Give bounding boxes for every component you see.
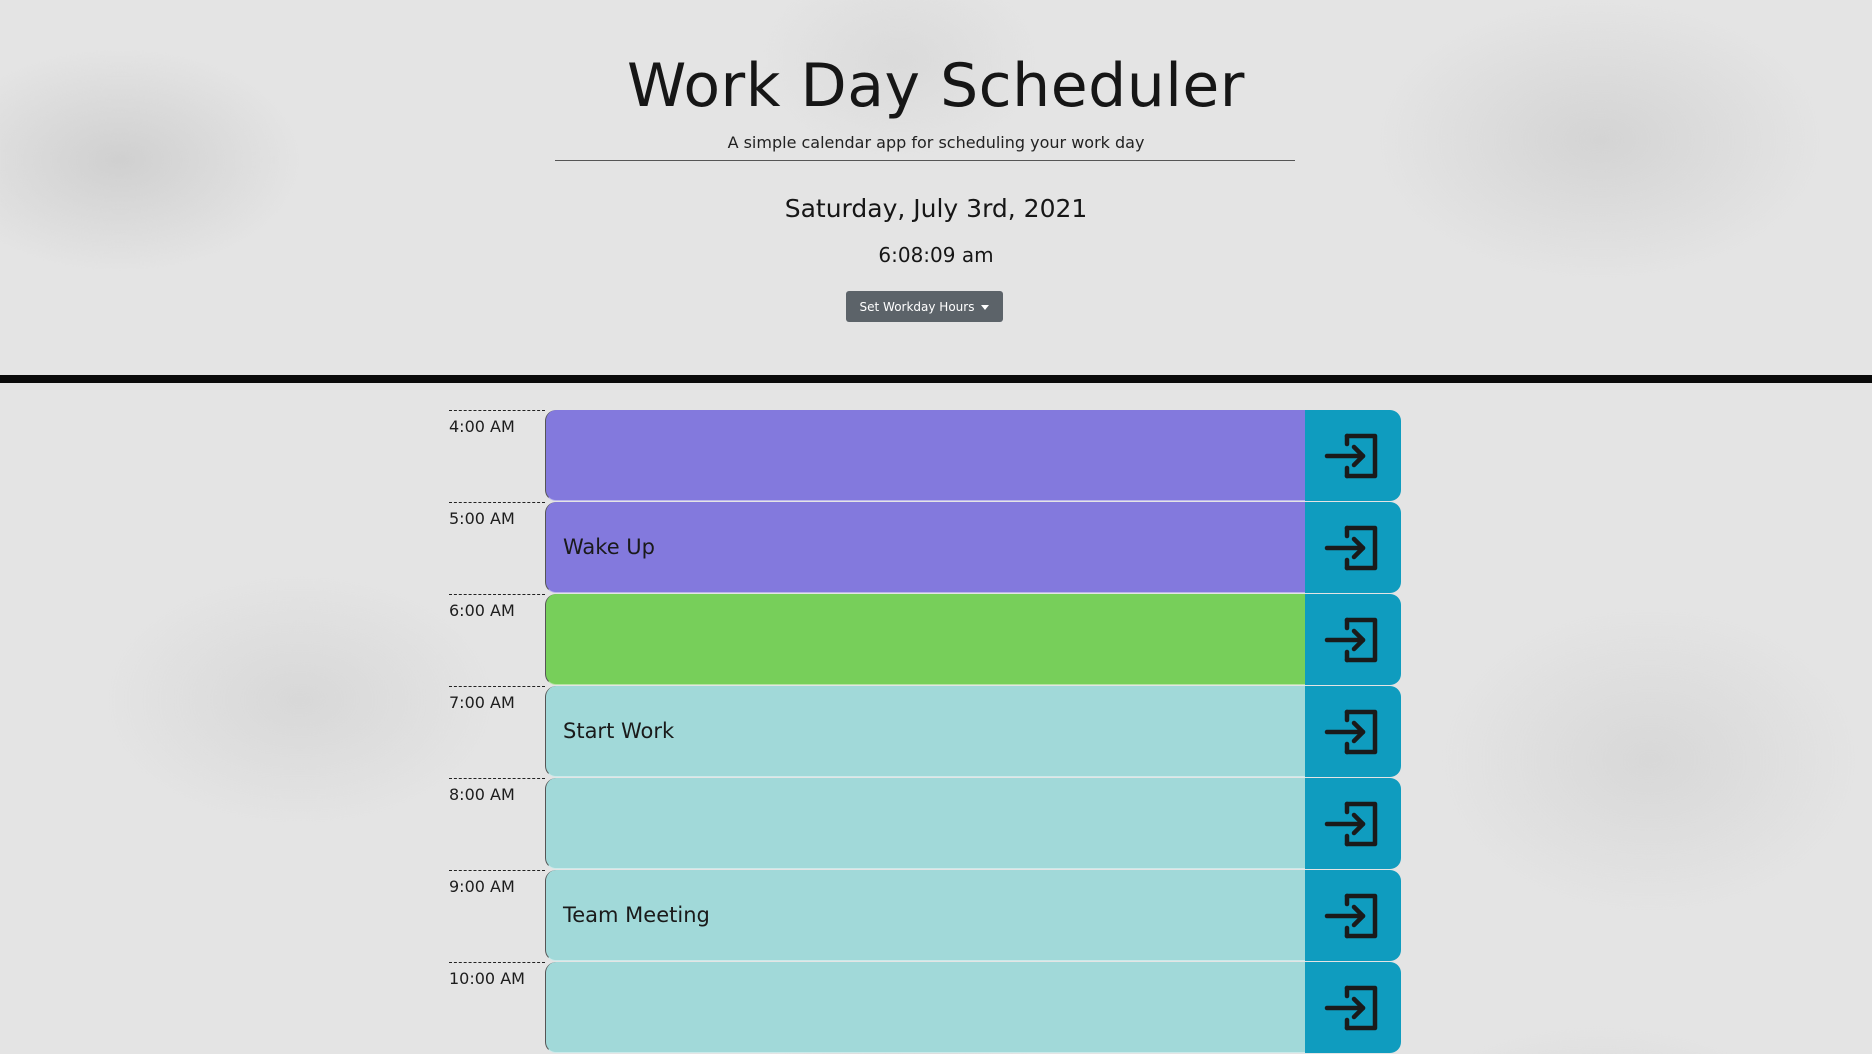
section-divider (0, 375, 1872, 383)
title-divider (555, 160, 1295, 161)
save-button[interactable] (1305, 686, 1401, 777)
time-block-row: 8:00 AM (449, 778, 1401, 870)
enter-icon (1324, 893, 1378, 938)
hour-label: 4:00 AM (449, 410, 545, 502)
time-block-row: 9:00 AM Team Meeting (449, 870, 1401, 962)
save-button[interactable] (1305, 594, 1401, 685)
schedule-list: 4:00 AM 5:00 AM Wake Up 6:00 AM 7:00 AM Start… (449, 410, 1401, 1054)
event-textarea[interactable] (545, 962, 1305, 1053)
set-workday-hours-button[interactable]: Set Workday Hours (846, 291, 1003, 322)
page-subtitle: A simple calendar app for scheduling you… (727, 133, 1145, 152)
save-button[interactable] (1305, 410, 1401, 501)
enter-icon (1324, 617, 1378, 662)
caret-down-icon (981, 304, 990, 310)
event-textarea[interactable] (545, 778, 1305, 869)
page-header: Work Day Scheduler A simple calendar app… (0, 0, 1872, 375)
hour-label: 6:00 AM (449, 594, 545, 686)
page-title: Work Day Scheduler (627, 51, 1245, 121)
event-textarea[interactable]: Wake Up (545, 502, 1305, 593)
enter-icon (1324, 525, 1378, 570)
event-textarea[interactable] (545, 410, 1305, 501)
save-button[interactable] (1305, 778, 1401, 869)
event-textarea[interactable] (545, 594, 1305, 685)
save-button[interactable] (1305, 870, 1401, 961)
hour-label: 10:00 AM (449, 962, 545, 1054)
event-textarea[interactable]: Team Meeting (545, 870, 1305, 961)
enter-icon (1324, 433, 1378, 478)
set-workday-hours-label: Set Workday Hours (859, 299, 975, 314)
current-date: Saturday, July 3rd, 2021 (784, 194, 1088, 223)
event-textarea[interactable]: Start Work (545, 686, 1305, 777)
save-button[interactable] (1305, 502, 1401, 593)
hour-label: 7:00 AM (449, 686, 545, 778)
time-block-row: 4:00 AM (449, 410, 1401, 502)
hour-label: 8:00 AM (449, 778, 545, 870)
hour-label: 9:00 AM (449, 870, 545, 962)
time-block-row: 10:00 AM (449, 962, 1401, 1054)
hour-label: 5:00 AM (449, 502, 545, 594)
time-block-row: 7:00 AM Start Work (449, 686, 1401, 778)
time-block-row: 5:00 AM Wake Up (449, 502, 1401, 594)
current-time: 6:08:09 am (878, 243, 994, 267)
enter-icon (1324, 801, 1378, 846)
time-block-row: 6:00 AM (449, 594, 1401, 686)
enter-icon (1324, 709, 1378, 754)
enter-icon (1324, 985, 1378, 1030)
save-button[interactable] (1305, 962, 1401, 1053)
